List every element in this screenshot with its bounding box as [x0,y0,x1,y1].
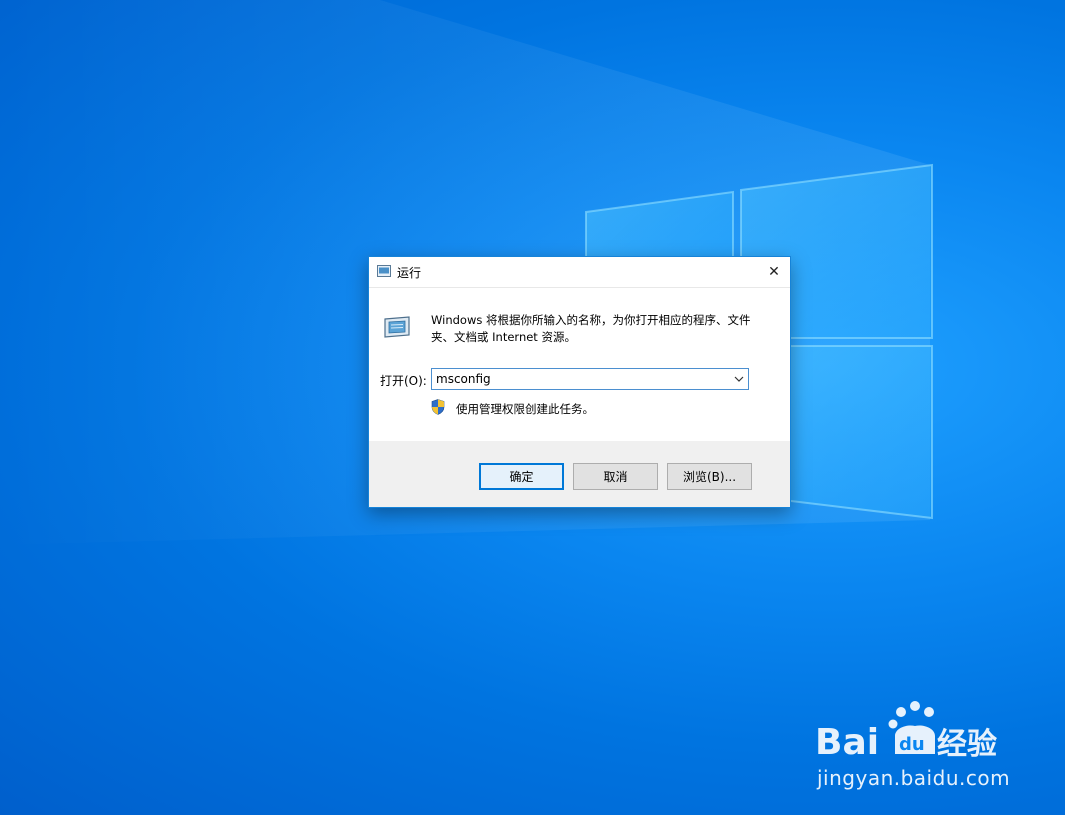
admin-note: 使用管理权限创建此任务。 [456,402,594,416]
ok-button[interactable]: 确定 [479,463,564,490]
open-label: 打开(O): [380,374,427,388]
dialog-description: Windows 将根据你所输入的名称，为你打开相应的程序、文件夹、文档或 Int… [431,313,751,344]
dialog-footer: 确定 取消 浏览(B)... [369,441,790,507]
svg-text:经验: 经验 [937,727,997,762]
svg-text:du: du [899,734,925,755]
svg-text:Bai: Bai [815,722,879,762]
dialog-titlebar[interactable]: 运行 ✕ [369,257,790,288]
open-input-value[interactable]: msconfig [436,372,491,386]
uac-shield-icon [431,399,445,415]
dialog-title: 运行 [397,266,422,280]
run-app-icon [377,265,391,277]
watermark-url: jingyan.baidu.com [817,766,1011,790]
chevron-down-icon[interactable] [734,372,744,386]
close-button[interactable]: ✕ [758,257,790,287]
run-program-icon [384,316,410,338]
close-icon: ✕ [768,264,780,280]
desktop: 运行 ✕ Windows 将根据你所输入的名称，为你打开相应的程序、文件夹、文档… [0,0,1065,815]
baidu-jingyan-watermark: Bai 经验 du jingyan.baidu.com [815,700,1015,790]
run-dialog: 运行 ✕ Windows 将根据你所输入的名称，为你打开相应的程序、文件夹、文档… [368,256,791,508]
browse-button[interactable]: 浏览(B)... [667,463,752,490]
open-combobox[interactable]: msconfig [431,368,749,390]
dialog-body: Windows 将根据你所输入的名称，为你打开相应的程序、文件夹、文档或 Int… [369,288,790,440]
baidu-logo-icon: Bai 经验 du [815,701,997,763]
cancel-button[interactable]: 取消 [573,463,658,490]
